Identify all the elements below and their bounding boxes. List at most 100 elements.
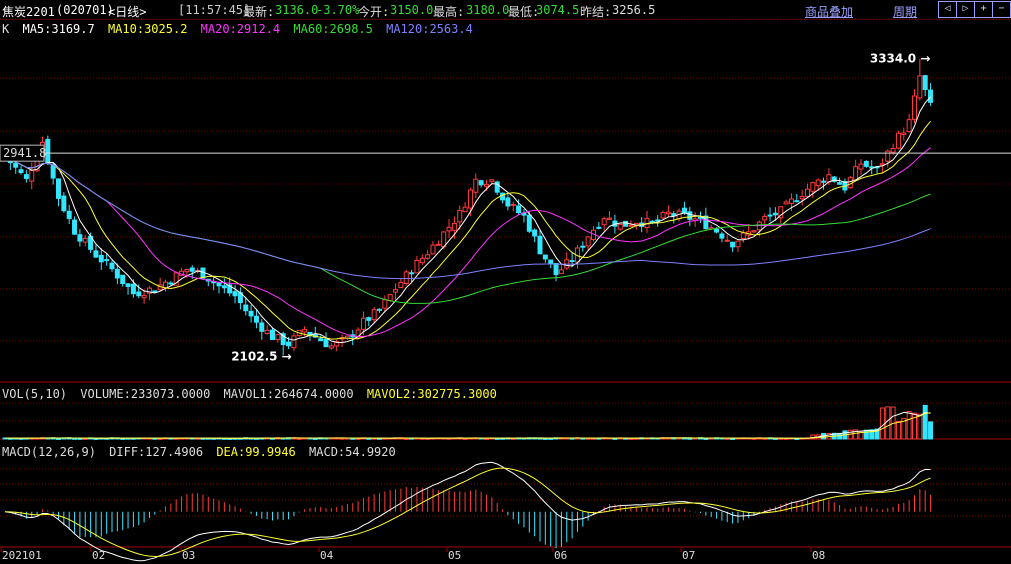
month-label: 05 bbox=[448, 549, 461, 562]
candle bbox=[435, 240, 441, 246]
candle bbox=[98, 248, 104, 270]
month-label: 202101 bbox=[2, 549, 42, 562]
grid-lines bbox=[0, 18, 1011, 548]
ma20-line bbox=[4, 147, 931, 338]
vol-indicator-row: VOL(5,10) VOLUME:233073.0000 MAVOL1:2646… bbox=[2, 387, 503, 401]
candle bbox=[853, 159, 859, 181]
ma120-value: MA120:2563.4 bbox=[386, 22, 473, 36]
volume-bars bbox=[2, 404, 934, 440]
candle bbox=[93, 244, 99, 259]
volume-bar bbox=[917, 413, 923, 440]
candle bbox=[120, 274, 126, 287]
dea-value: DEA:99.9946 bbox=[216, 445, 296, 459]
vol-label: VOL(5,10) bbox=[2, 387, 68, 401]
candle bbox=[863, 160, 869, 168]
candle bbox=[323, 332, 329, 348]
candle bbox=[339, 334, 345, 347]
candle bbox=[425, 250, 431, 261]
candle bbox=[237, 287, 243, 310]
ma-lines bbox=[4, 96, 931, 344]
ma60-line bbox=[4, 155, 931, 304]
macd-indicator-row: MACD(12,26,9) DIFF:127.4906 DEA:99.9946 … bbox=[2, 445, 402, 459]
candle bbox=[478, 179, 484, 188]
mavol1-value: MAVOL1:264674.0000 bbox=[223, 387, 354, 401]
candle bbox=[665, 205, 671, 217]
candle bbox=[521, 209, 527, 223]
candle bbox=[922, 74, 928, 97]
candle bbox=[671, 211, 677, 224]
candle bbox=[644, 210, 650, 234]
kline-chart[interactable]: 2941.8 3334.0 → 2102.5 → 202101 02 03 04 05 06 07… bbox=[0, 0, 1011, 564]
candle bbox=[564, 252, 570, 271]
mavol1-line bbox=[4, 411, 931, 439]
volume-bar bbox=[922, 404, 928, 440]
macd-label: MACD(12,26,9) bbox=[2, 445, 96, 459]
candle bbox=[45, 135, 51, 166]
candle bbox=[403, 269, 409, 286]
candle bbox=[574, 244, 580, 269]
candle bbox=[350, 329, 356, 346]
ma10-line bbox=[4, 120, 931, 340]
candle bbox=[810, 181, 816, 199]
candle bbox=[56, 178, 61, 207]
candle bbox=[580, 241, 586, 252]
candle bbox=[730, 241, 736, 252]
price-marks: 2941.8 3334.0 → 2102.5 → 202101 02 03 04 05 06 07… bbox=[0, 52, 930, 562]
mavol2-line bbox=[4, 412, 931, 439]
candle bbox=[607, 211, 613, 221]
candle bbox=[596, 222, 602, 230]
candle bbox=[783, 199, 789, 205]
volume-bar bbox=[906, 411, 912, 440]
candle bbox=[259, 319, 265, 340]
crosshair-price-label: 2941.8 bbox=[3, 146, 46, 160]
volume-bar bbox=[885, 406, 891, 440]
candle bbox=[532, 228, 538, 243]
candle bbox=[762, 213, 768, 226]
candle bbox=[692, 212, 698, 227]
candle bbox=[537, 229, 543, 255]
candle bbox=[29, 162, 35, 190]
candle bbox=[23, 169, 29, 183]
candle bbox=[318, 335, 324, 342]
candle bbox=[660, 210, 666, 220]
candle bbox=[157, 277, 163, 291]
candle bbox=[505, 194, 511, 211]
volume-bar bbox=[928, 421, 934, 440]
candle bbox=[719, 231, 725, 243]
candle bbox=[72, 216, 78, 235]
candle bbox=[462, 202, 468, 213]
candle bbox=[831, 176, 837, 183]
candle bbox=[617, 223, 623, 231]
candle bbox=[152, 290, 158, 293]
candle bbox=[869, 160, 875, 175]
candle bbox=[885, 149, 891, 168]
candle bbox=[912, 89, 917, 124]
volume-bar bbox=[703, 437, 709, 440]
candle bbox=[211, 277, 217, 291]
volume-bar bbox=[687, 437, 693, 440]
candle bbox=[724, 234, 730, 242]
candle bbox=[216, 282, 222, 294]
candle bbox=[847, 175, 853, 189]
candle bbox=[221, 278, 227, 294]
candle bbox=[248, 305, 254, 323]
candle bbox=[799, 189, 805, 206]
candle bbox=[901, 127, 907, 141]
candle bbox=[585, 236, 591, 250]
ma20-value: MA20:2912.4 bbox=[200, 22, 281, 36]
candle bbox=[109, 260, 115, 272]
candle bbox=[398, 278, 404, 289]
month-label: 04 bbox=[320, 549, 334, 562]
candle bbox=[430, 240, 436, 255]
candle bbox=[61, 192, 67, 213]
macd-histogram bbox=[9, 487, 932, 549]
macd-value: MACD:54.9920 bbox=[309, 445, 396, 459]
kline-label: K bbox=[2, 22, 10, 36]
candle bbox=[858, 159, 864, 175]
candle bbox=[77, 228, 83, 247]
ma5-line bbox=[4, 96, 931, 344]
candle bbox=[623, 220, 629, 227]
candle bbox=[377, 308, 382, 313]
ma60-value: MA60:2698.5 bbox=[293, 22, 373, 36]
diff-value: DIFF:127.4906 bbox=[109, 445, 204, 459]
